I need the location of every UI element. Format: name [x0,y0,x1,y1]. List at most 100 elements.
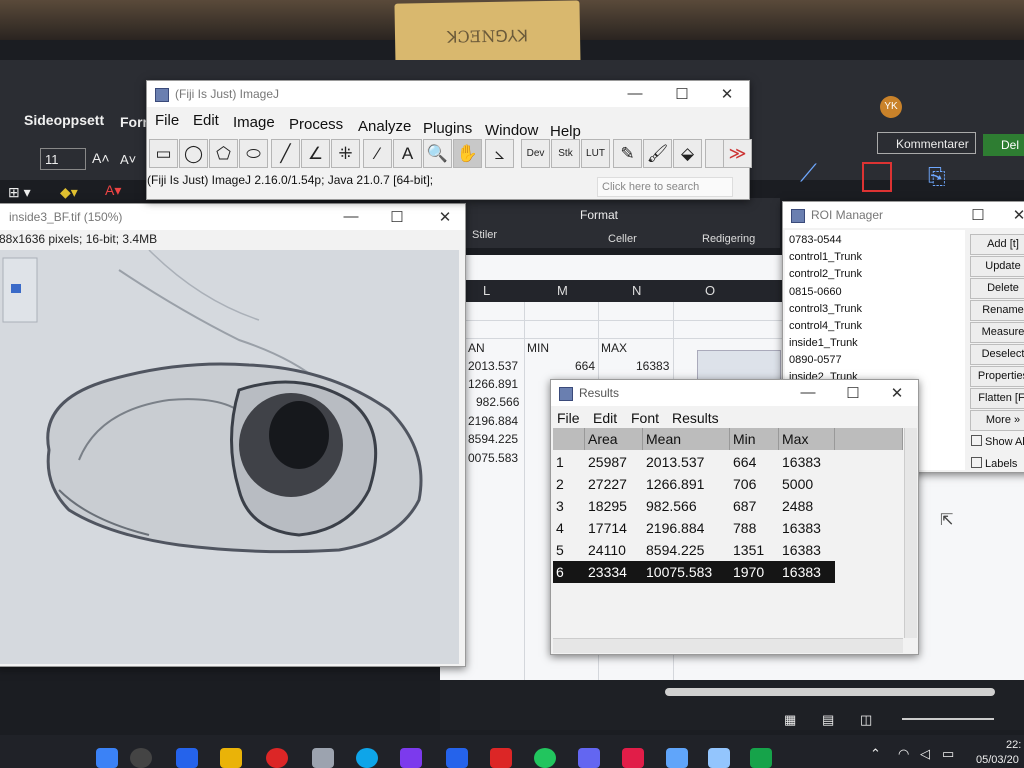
minimize-icon[interactable]: — [798,384,818,401]
results-cell[interactable]: 2488 [779,495,835,517]
multipoint-tool-icon[interactable]: ⁜ [331,139,360,168]
brave-icon[interactable] [266,748,288,768]
results-cell[interactable]: 6 [553,561,585,583]
rectangle-tool-icon[interactable]: ▭ [149,139,178,168]
roi-manager-titlebar[interactable]: ROI Manager ☐ ✕ [783,202,1024,228]
page-break-icon[interactable]: ◫ [860,712,872,728]
share-button[interactable]: Del [983,134,1024,156]
file-explorer-icon[interactable] [220,748,242,768]
show-all-checkbox[interactable]: Show All [971,435,1024,448]
maximize-icon[interactable]: ☐ [968,206,988,224]
fill-color-icon[interactable]: ◆▾ [60,184,78,201]
wifi-icon[interactable]: ◠ [898,746,909,762]
angle-tool-icon[interactable]: ∠ [301,139,330,168]
results-titlebar[interactable]: Results — ☐ ✕ [551,380,918,406]
results-cell[interactable]: 1351 [730,539,779,561]
results-header-min[interactable]: Min [730,428,779,450]
image-window[interactable]: inside3_BF.tif (150%) — ☐ ✕ 88x1636 pixe… [0,203,466,667]
battery-icon[interactable]: ▭ [942,746,954,762]
results-cell[interactable]: 706 [730,473,779,495]
col-header-o[interactable]: O [705,283,715,298]
roi-list-item[interactable]: control3_Trunk [789,303,862,315]
cell-mean[interactable]: 982.566 [476,395,519,409]
brush-tool-icon[interactable]: 🖌 [643,139,672,168]
teams-icon[interactable] [578,748,600,768]
results-menu-results[interactable]: Results [672,410,719,426]
image-canvas[interactable] [0,250,459,664]
checkbox-icon[interactable] [971,435,982,446]
results-cell[interactable]: 3 [553,495,585,517]
roi-update-button[interactable]: Update [970,256,1024,277]
roi-measure-button[interactable]: Measure [970,322,1024,343]
word-icon[interactable] [446,748,468,768]
results-header-area[interactable]: Area [585,428,643,450]
col-header-l[interactable]: L [483,283,490,298]
app-icon[interactable] [312,748,334,768]
zoom-slider[interactable] [902,718,994,720]
roi-list-item[interactable]: control4_Trunk [789,320,862,332]
col-header-n[interactable]: N [632,283,641,298]
widgets-icon[interactable] [176,748,198,768]
horizontal-scrollbar[interactable] [553,638,903,653]
search-icon[interactable] [130,748,152,768]
imagej-titlebar[interactable]: (Fiji Is Just) ImageJ — ☐ ✕ [147,81,749,107]
excel-icon[interactable] [750,748,772,768]
embedded-screenshot-thumbnail[interactable] [697,350,781,382]
results-cell[interactable]: 16383 [779,451,835,473]
line-tool-icon[interactable]: ╱ [271,139,300,168]
roi-list-item[interactable]: 0890-0577 [789,354,842,366]
results-cell[interactable]: 2 [553,473,585,495]
maximize-icon[interactable]: ☐ [672,85,692,103]
results-cell[interactable]: 1970 [730,561,779,583]
maximize-icon[interactable]: ☐ [387,208,407,226]
roi-add-button[interactable]: Add [t] [970,234,1024,255]
results-cell[interactable]: 5 [553,539,585,561]
menu-file[interactable]: File [155,112,179,129]
labels-checkbox[interactable]: Labels [971,457,1017,470]
results-cell[interactable]: 1 [553,451,585,473]
volume-icon[interactable]: ◁ [920,746,930,762]
stack-menu-tool[interactable]: Stk [551,139,580,168]
cell-max[interactable]: 16383 [636,359,669,373]
minimize-icon[interactable]: — [625,85,645,102]
results-cell[interactable]: 23334 [585,561,643,583]
roi-more-button[interactable]: More » [970,410,1024,431]
close-icon[interactable]: ✕ [887,384,907,402]
grid-icon[interactable] [862,162,892,192]
results-cell[interactable]: 17714 [585,517,643,539]
start-icon[interactable] [96,748,118,768]
edge-icon[interactable] [356,748,378,768]
results-cell[interactable]: 982.566 [643,495,730,517]
menu-edit[interactable]: Edit [193,112,219,129]
roi-list-item[interactable]: control2_Trunk [789,268,862,280]
results-cell[interactable]: 5000 [779,473,835,495]
results-window[interactable]: Results — ☐ ✕ File Edit Font Results Are… [550,379,919,655]
tab-sideoppsett[interactable]: Sideoppsett [24,112,104,128]
clock-date[interactable]: 05/03/20 [976,754,1019,766]
search-input[interactable]: Click here to search [597,177,733,197]
minimize-icon[interactable]: — [341,208,361,225]
close-icon[interactable]: ✕ [717,85,737,103]
wand-tool-icon[interactable]: ⁄ [363,139,392,168]
roi-list-item[interactable]: 0815-0660 [789,286,842,298]
dev-menu-tool[interactable]: Dev [521,139,550,168]
font-color-icon[interactable]: A▾ [105,182,121,199]
results-cell[interactable]: 4 [553,517,585,539]
spotify-icon[interactable] [534,748,556,768]
font-size-select[interactable]: 11 [40,148,86,170]
results-header-max[interactable]: Max [779,428,835,450]
results-cell[interactable]: 16383 [779,561,835,583]
oval-tool-icon[interactable]: ◯ [179,139,208,168]
comments-button[interactable]: Kommentarer [877,132,976,154]
slack-icon[interactable] [622,748,644,768]
menu-analyze[interactable]: Analyze [358,118,411,135]
cell-mean[interactable]: 8594.225 [468,432,518,446]
notepad-icon[interactable] [666,748,688,768]
shrink-font-icon[interactable]: A˅ [120,152,136,167]
freehand-tool-icon[interactable]: ⬭ [239,139,268,168]
roi-flatten-button[interactable]: Flatten [F] [970,388,1024,409]
menu-image[interactable]: Image [233,114,275,131]
borders-icon[interactable]: ⊞ ▾ [8,184,31,201]
roi-list-item[interactable]: 0783-0544 [789,234,842,246]
magnifier-tool-icon[interactable]: 🔍 [423,139,452,168]
